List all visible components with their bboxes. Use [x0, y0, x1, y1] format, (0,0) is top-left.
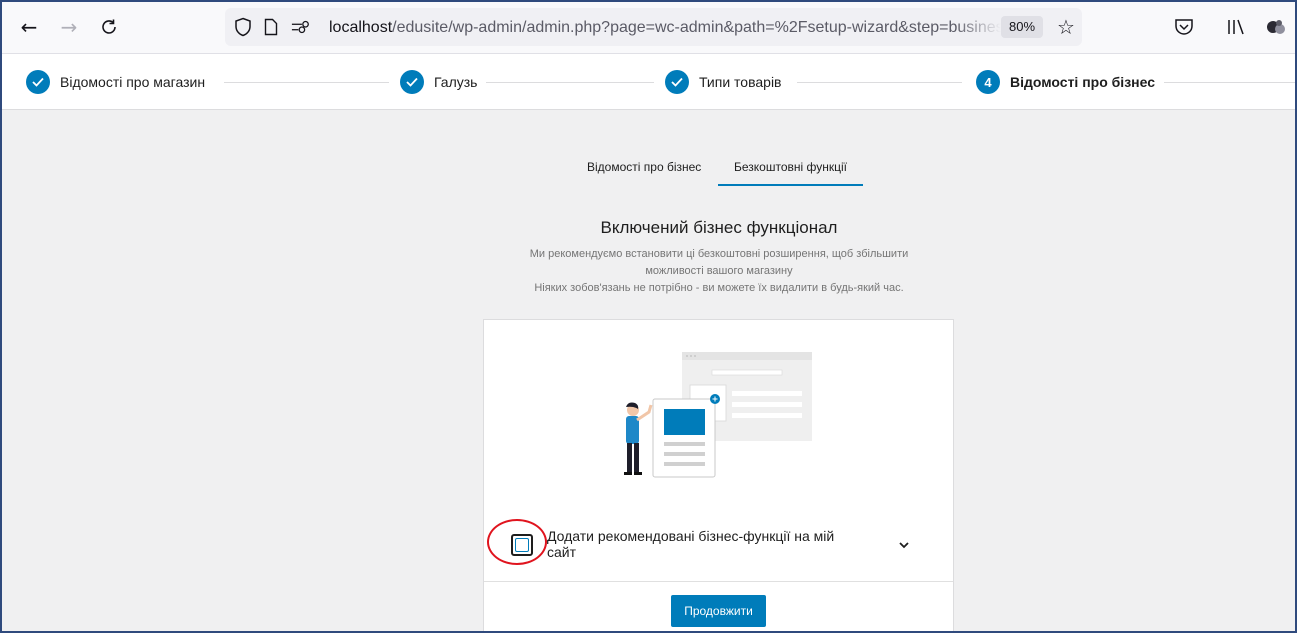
tab-business-details[interactable]: Відомості про бізнес [587, 160, 701, 174]
library-icon[interactable] [1224, 15, 1248, 39]
section-heading: Включений бізнес функціонал [600, 218, 838, 237]
section-description: Ніяких зобов'язань не потрібно - ви може… [534, 282, 904, 294]
reload-icon[interactable] [94, 12, 124, 42]
step-connector [1164, 82, 1295, 83]
step-number: 4 [976, 70, 1000, 94]
section-description: можливості вашого магазину [645, 265, 793, 277]
url-fade [955, 14, 1001, 40]
setup-stepper: Відомості про магазин Галузь Типи товарі… [2, 54, 1295, 110]
bookmark-star-icon[interactable]: ☆ [1057, 15, 1075, 39]
step-business-details[interactable]: 4 Відомості про бізнес [976, 70, 1155, 94]
step-industry[interactable]: Галузь [400, 70, 477, 94]
step-connector [486, 82, 654, 83]
check-icon [665, 70, 689, 94]
features-card: Додати рекомендовані бізнес-функції на м… [483, 319, 954, 631]
business-features-illustration [624, 352, 812, 478]
url-text[interactable]: localhost/edusite/wp-admin/admin.php?pag… [329, 17, 1001, 39]
url-host: localhost [329, 19, 393, 36]
permissions-icon[interactable] [291, 17, 311, 37]
browser-toolbar: ← → localhost/edusite/wp-admin/admin.php… [2, 2, 1295, 54]
card-divider [484, 581, 953, 582]
step-connector [797, 82, 962, 83]
extensions-icon[interactable] [1264, 15, 1288, 39]
annotation-circle [487, 519, 547, 565]
step-label: Відомості про магазин [60, 74, 206, 90]
step-connector [224, 82, 389, 83]
active-tab-indicator [718, 184, 863, 186]
step-label: Типи товарів [699, 74, 782, 90]
step-label: Галузь [434, 74, 478, 90]
tab-free-features[interactable]: Безкоштовні функції [734, 160, 847, 174]
step-store-details[interactable]: Відомості про магазин [26, 70, 205, 94]
section-description: Ми рекомендуємо встановити ці безкоштовн… [529, 248, 909, 260]
step-product-types[interactable]: Типи товарів [665, 70, 782, 94]
url-bar[interactable]: localhost/edusite/wp-admin/admin.php?pag… [225, 8, 1082, 46]
step-label: Відомості про бізнес [1010, 74, 1156, 90]
page-icon [261, 17, 281, 37]
check-icon [400, 70, 424, 94]
checkbox-label[interactable]: Додати рекомендовані бізнес-функції на м… [547, 528, 847, 560]
continue-button[interactable]: Продовжити [671, 595, 766, 627]
pocket-icon[interactable] [1172, 15, 1196, 39]
back-icon[interactable]: ← [14, 12, 44, 42]
chevron-down-icon[interactable] [896, 537, 912, 553]
check-icon [26, 70, 50, 94]
url-path: /edusite/wp-admin/admin.php?page=wc-admi… [392, 19, 1001, 36]
shield-icon[interactable] [233, 17, 253, 37]
browser-window: ← → localhost/edusite/wp-admin/admin.php… [0, 0, 1297, 633]
main-content: Відомості про бізнес Безкоштовні функції… [2, 110, 1295, 631]
zoom-badge[interactable]: 80% [1001, 16, 1044, 38]
forward-icon[interactable]: → [54, 12, 84, 42]
